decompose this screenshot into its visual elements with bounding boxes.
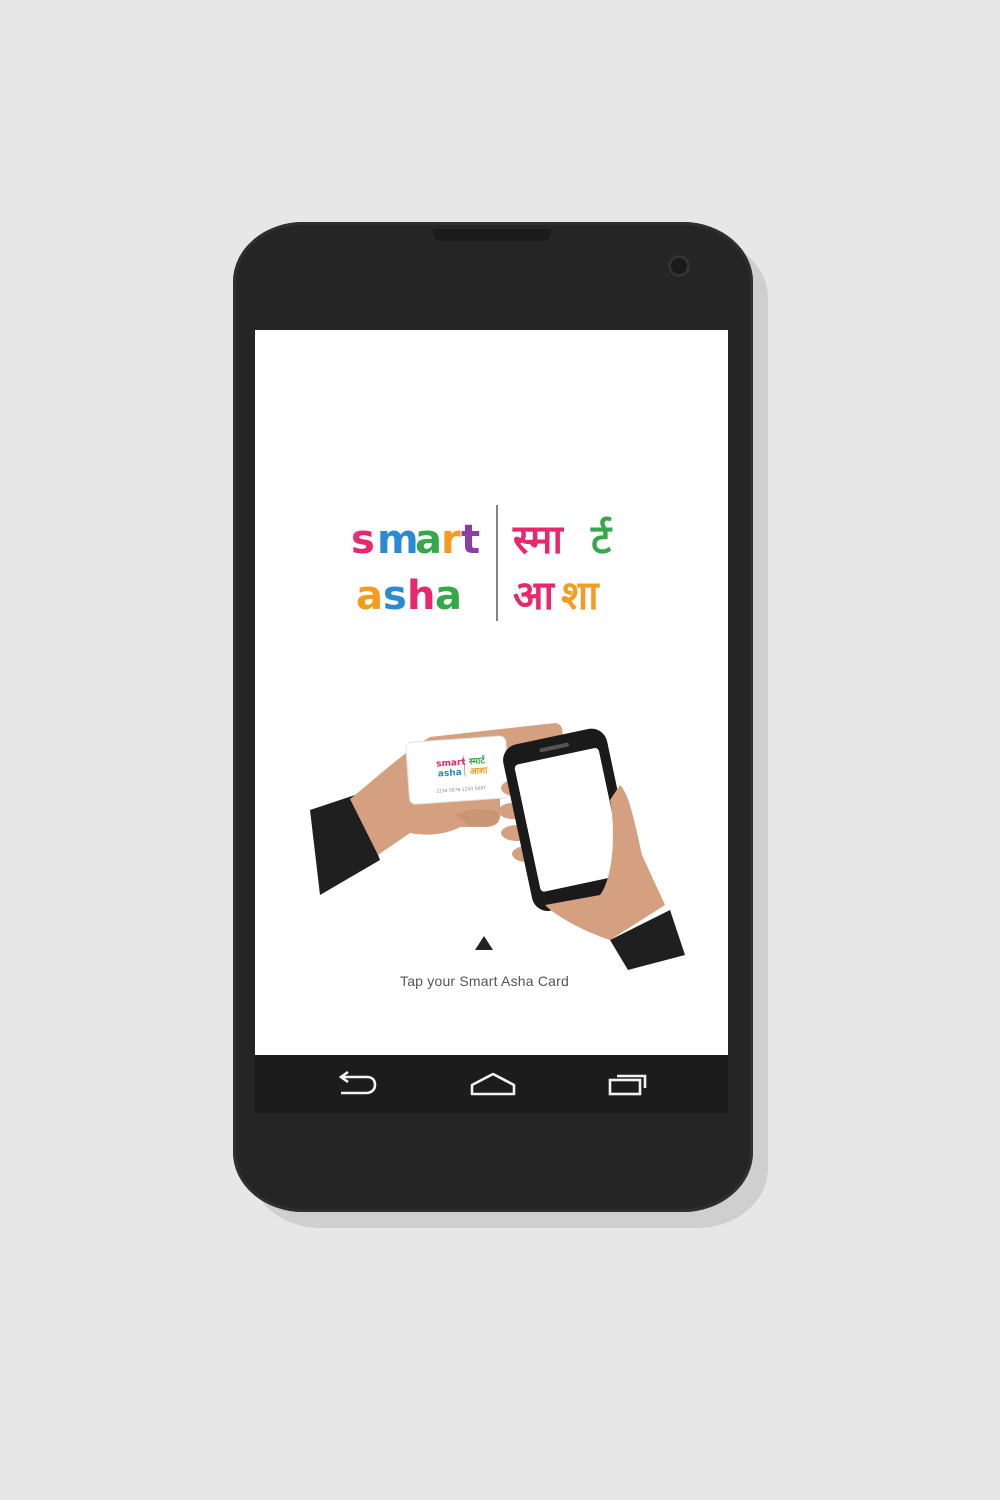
smart-asha-logo: s m a r t a s h a स्मा र्ट आ शा	[351, 505, 641, 625]
app-screen: s m a r t a s h a स्मा र्ट आ शा smart as…	[255, 330, 728, 1055]
svg-text:स्मा: स्मा	[512, 517, 564, 563]
front-camera	[668, 255, 690, 277]
svg-text:asha: asha	[438, 768, 463, 780]
back-arrow-icon	[338, 1071, 377, 1095]
svg-text:h: h	[407, 573, 435, 619]
triangle-up-icon	[475, 936, 493, 950]
home-button[interactable]	[463, 1067, 523, 1101]
svg-text:t: t	[461, 517, 480, 563]
home-icon	[470, 1072, 516, 1096]
recent-apps-button[interactable]	[599, 1067, 659, 1101]
recent-apps-icon	[608, 1074, 647, 1096]
svg-text:a: a	[356, 573, 383, 619]
back-button[interactable]	[325, 1067, 385, 1101]
svg-text:आशा: आशा	[469, 766, 488, 777]
tap-card-instruction: Tap your Smart Asha Card	[400, 973, 569, 989]
svg-text:a: a	[435, 573, 462, 619]
svg-text:र्ट: र्ट	[590, 516, 613, 563]
phone-speaker	[433, 229, 551, 241]
svg-text:r: r	[441, 517, 461, 563]
svg-text:m: m	[377, 517, 419, 563]
svg-text:आ: आ	[513, 573, 556, 619]
svg-text:a: a	[415, 517, 442, 563]
svg-text:s: s	[383, 573, 407, 619]
svg-text:s: s	[351, 517, 375, 563]
svg-text:शा: शा	[561, 573, 600, 619]
tap-card-illustration: smart asha स्मार्ट आशा 1234 5678 1243 56…	[310, 715, 700, 980]
android-navigation-bar	[255, 1055, 728, 1113]
